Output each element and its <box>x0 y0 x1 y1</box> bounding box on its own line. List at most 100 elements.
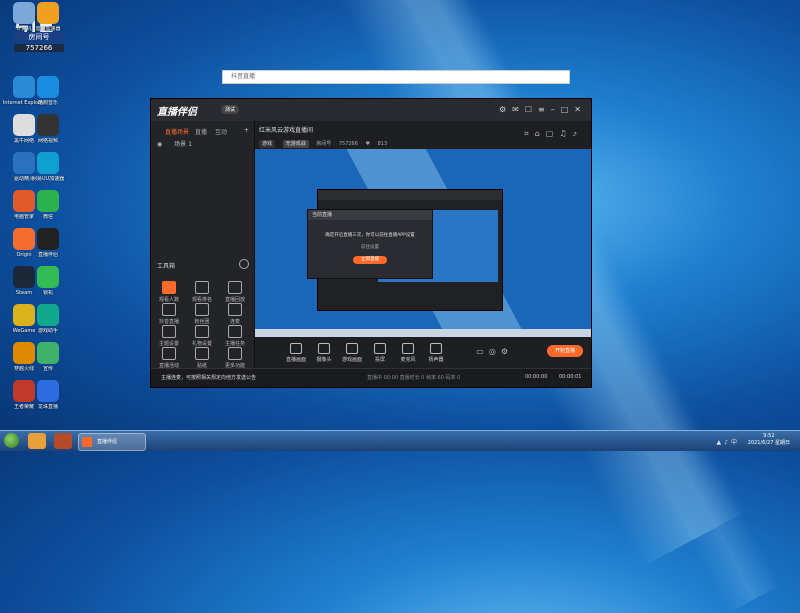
add-scene-icon[interactable]: + <box>244 127 249 134</box>
source-button[interactable]: 直播画面 <box>283 343 309 363</box>
settings-icon[interactable]: ⚙ <box>501 347 513 356</box>
clock[interactable]: 9:52 2021/6/27 星期日 <box>748 433 790 447</box>
taskbar-active-label: 直播伴侣 <box>97 439 118 445</box>
source-label: 投屏 <box>374 357 385 363</box>
tool-icon <box>228 325 242 338</box>
camera-icon[interactable]: ▭ <box>476 347 489 356</box>
background-window[interactable]: 抖音直播 <box>222 70 570 84</box>
desktop-icon[interactable]: 雷神加速器 <box>26 2 70 32</box>
tool-button[interactable]: 直播活动 <box>157 347 181 369</box>
taskbar: 直播伴侣 ▲♪中 9:52 2021/6/27 星期日 <box>0 430 800 451</box>
network-icon[interactable]: ▲ <box>717 439 725 446</box>
desktop-icon-label: 游戏助手 <box>37 328 58 334</box>
menu-icon[interactable]: ≡ <box>538 105 551 114</box>
live-time-left: 00:00:00 <box>525 374 548 380</box>
desktop-icon-label: 网易UU加速器 <box>31 176 65 182</box>
source-button[interactable]: 麦克风 <box>395 343 421 363</box>
tool-button[interactable]: 主播任务 <box>223 325 247 347</box>
tool-button[interactable]: 直播回放 <box>223 281 247 303</box>
source-button[interactable]: 游戏画面 <box>339 343 365 363</box>
desktop-icon[interactable]: 龙珠直播 <box>26 380 70 410</box>
room-id-label: 房间号 <box>316 141 332 147</box>
room-title[interactable]: 红米风云游戏直播间 <box>259 125 393 134</box>
clock-date: 2021/6/27 星期日 <box>747 440 790 446</box>
room-category[interactable]: 游戏 <box>259 140 276 148</box>
share-icon[interactable]: ⤴ <box>573 129 583 138</box>
desktop-icon-label: 雷神加速器 <box>35 26 61 32</box>
dialog-confirm-button[interactable]: 立即直播 <box>353 256 387 264</box>
tool-button[interactable]: 更多功能 <box>223 347 247 369</box>
desktop-icon[interactable]: 宣传 <box>26 342 70 372</box>
tab-scenes[interactable]: 直播场景 <box>165 127 189 136</box>
source-icon <box>430 343 442 354</box>
source-button[interactable]: 投屏 <box>367 343 393 363</box>
live-dialog: 当前直播 确定开启直播三次，你可以前往直播APP设置 前往设置 立即直播 <box>307 209 433 279</box>
start-live-button[interactable]: 开始直播 <box>547 345 583 357</box>
scene-item[interactable]: ◉ 场景 1 <box>157 139 192 148</box>
preview-toolbar[interactable]: ⌗⌂▢♫⤴ <box>524 129 583 139</box>
tool-button[interactable]: 观看排名 <box>190 281 214 303</box>
eye-icon[interactable]: ◉ <box>157 141 162 148</box>
bell-icon[interactable]: ♫ <box>559 129 572 138</box>
desktop-icon[interactable]: 直播伴侣 <box>26 228 70 258</box>
source-icon <box>318 343 330 354</box>
start-button[interactable] <box>4 433 19 448</box>
crop-icon[interactable]: ⌗ <box>524 129 535 138</box>
tab-live[interactable]: 直播 <box>195 127 207 136</box>
desktop-icon-label: 网络视频 <box>37 138 58 144</box>
stream-preview[interactable]: 当前直播 确定开启直播三次，你可以前往直播APP设置 前往设置 立即直播 <box>255 149 591 337</box>
system-tray[interactable]: ▲♪中 <box>717 437 740 446</box>
toolbox-settings-icon[interactable] <box>239 259 249 269</box>
source-label: 麦克风 <box>400 357 416 363</box>
dialog-title: 当前直播 <box>308 210 432 220</box>
tool-button[interactable]: 主题设置 <box>157 325 181 347</box>
taskbar-pin-game[interactable] <box>54 433 72 449</box>
nested-title-bar <box>318 190 502 200</box>
fullscreen-icon[interactable]: ▢ <box>546 129 560 138</box>
tool-button[interactable]: 粉丝团 <box>190 303 214 325</box>
dialog-link[interactable]: 前往设置 <box>308 244 432 250</box>
desktop-icon[interactable]: 酷狗音乐 <box>26 76 70 106</box>
app-logo: 直播伴侣 <box>157 107 197 118</box>
taskbar-pin-browser[interactable] <box>28 433 46 449</box>
taskbar-active-app[interactable]: 直播伴侣 <box>78 433 146 451</box>
desktop-icon[interactable]: 锁机 <box>26 266 70 296</box>
tool-button[interactable]: 连麦 <box>223 303 247 325</box>
desktop-icon[interactable]: 游戏助手 <box>26 304 70 334</box>
source-button[interactable]: 扬声器 <box>423 343 449 363</box>
tool-icon <box>195 325 209 338</box>
source-button[interactable]: 摄像头 <box>311 343 337 363</box>
settings-icon[interactable]: ⚙ <box>499 105 512 114</box>
tool-button[interactable]: 礼物设置 <box>190 325 214 347</box>
tool-label: 观看人数 <box>158 297 179 303</box>
lock-icon[interactable]: ⌂ <box>535 129 546 138</box>
tool-label: 抖音直播 <box>158 319 179 325</box>
minimize-icon[interactable]: – <box>551 105 561 114</box>
source-label: 直播画面 <box>285 357 306 363</box>
clock-time: 9:52 <box>763 433 775 439</box>
volume-icon[interactable]: ♪ <box>724 439 731 446</box>
version-badge: 测试 <box>221 105 240 114</box>
tab-interact[interactable]: 互动 <box>215 127 227 136</box>
desktop-icon-image <box>37 152 59 174</box>
desktop-icon-image <box>37 76 59 98</box>
tool-button[interactable]: 抖音直播 <box>157 303 181 325</box>
room-tag[interactable]: 无游戏战 <box>282 140 309 148</box>
skin-icon[interactable]: ☐ <box>525 105 538 114</box>
beauty-icon[interactable]: ◎ <box>489 347 501 356</box>
room-id: 757266 <box>338 141 358 147</box>
desktop-icon[interactable]: 网易UU加速器 <box>26 152 70 182</box>
input-method-icon[interactable]: 中 <box>731 439 740 446</box>
desktop-icon[interactable]: 微信 <box>26 190 70 220</box>
close-icon[interactable]: ✕ <box>574 105 587 114</box>
desktop-icon[interactable]: 网络视频 <box>26 114 70 144</box>
maximize-icon[interactable]: □ <box>561 105 575 114</box>
message-icon[interactable]: ✉ <box>512 105 525 114</box>
bottom-icons[interactable]: ▭◎⚙ <box>476 347 513 356</box>
window-controls[interactable]: ⚙✉☐≡–□✕ <box>499 105 587 114</box>
tool-button[interactable]: 观看人数 <box>157 281 181 303</box>
desktop-icon-image <box>37 2 59 24</box>
room-tags: 游戏 无游戏战 房间号 757266 ♥ 813 <box>259 140 393 148</box>
tool-button[interactable]: 贴纸 <box>190 347 214 369</box>
tool-icon <box>228 347 242 360</box>
